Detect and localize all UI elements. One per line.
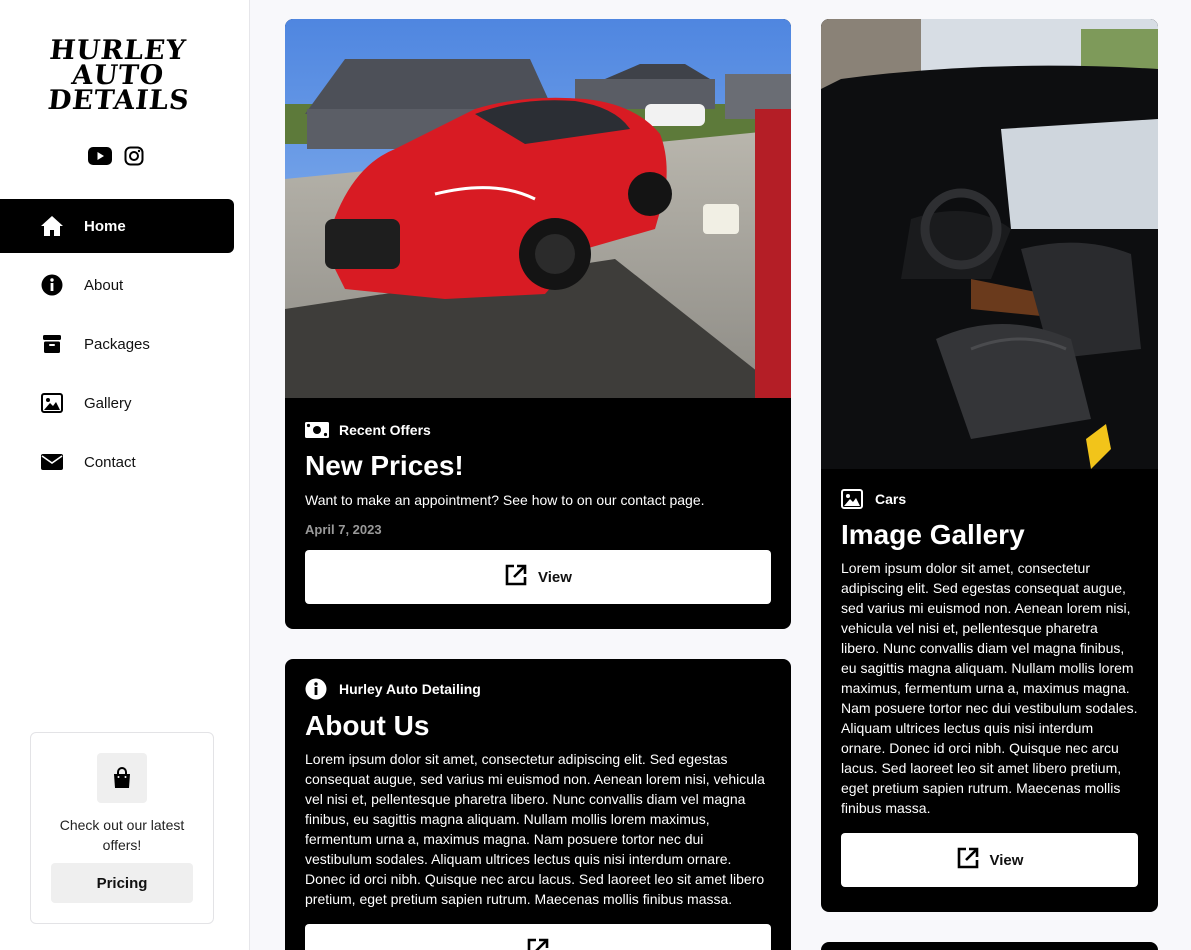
external-link-icon <box>526 937 550 950</box>
nav-item-about[interactable]: About <box>0 258 234 312</box>
nav-item-gallery[interactable]: Gallery <box>0 376 234 430</box>
offers-card-image[interactable] <box>285 19 791 398</box>
image-icon <box>841 489 865 509</box>
nav-label: Contact <box>84 453 136 471</box>
offers-date: April 7, 2023 <box>305 522 382 537</box>
nav-label: Home <box>84 217 126 235</box>
gallery-view-button[interactable]: View <box>841 833 1138 887</box>
nav-item-packages[interactable]: Packages <box>0 317 234 371</box>
view-label: View <box>538 568 572 586</box>
next-card <box>821 942 1158 950</box>
about-title: About Us <box>305 710 430 741</box>
gallery-text: Lorem ipsum dolor sit amet, consectetur … <box>841 560 1138 816</box>
offers-title: New Prices! <box>305 450 464 481</box>
info-icon <box>305 678 329 700</box>
home-icon <box>40 214 64 238</box>
shopping-bag-icon <box>97 753 147 803</box>
offers-tag-label: Recent Offers <box>339 422 431 438</box>
about-card: Hurley Auto Detailing About Us Lorem ips… <box>285 659 791 950</box>
promo-box: Check out our latest offers! Pricing <box>30 732 214 924</box>
about-view-button[interactable] <box>305 924 771 950</box>
instagram-icon[interactable] <box>122 145 146 167</box>
about-tag: Hurley Auto Detailing <box>305 678 771 700</box>
nav-item-home[interactable]: Home <box>0 199 234 253</box>
brand-logo[interactable]: HURLEY AUTO DETAILS <box>46 35 192 116</box>
main-nav: Home About Packages Gallery Contact <box>0 199 234 494</box>
sidebar: HURLEY AUTO DETAILS Home About Packages … <box>0 0 250 950</box>
about-text: Lorem ipsum dolor sit amet, consectetur … <box>305 751 765 907</box>
external-link-icon <box>504 563 528 591</box>
promo-text: Check out our latest offers! <box>59 817 185 853</box>
gallery-tag-label: Cars <box>875 491 907 507</box>
nav-label: Gallery <box>84 394 132 412</box>
box-icon <box>40 332 64 356</box>
gallery-card-image[interactable] <box>821 19 1158 469</box>
gallery-title: Image Gallery <box>841 519 1025 550</box>
youtube-icon[interactable] <box>88 145 112 167</box>
pricing-button[interactable]: Pricing <box>51 863 193 903</box>
external-link-icon <box>956 846 980 874</box>
nav-item-contact[interactable]: Contact <box>0 435 234 489</box>
nav-label: Packages <box>84 335 150 353</box>
view-label: View <box>989 851 1024 869</box>
info-icon <box>40 273 64 297</box>
offers-view-button[interactable]: View <box>305 550 771 604</box>
envelope-icon <box>40 450 64 474</box>
offers-card: Recent Offers New Prices! Want to make a… <box>285 19 791 629</box>
social-links <box>88 145 146 167</box>
gallery-tag: Cars <box>841 489 1138 509</box>
about-tag-label: Hurley Auto Detailing <box>339 681 481 697</box>
offers-text: Want to make an appointment? See how to … <box>305 492 705 508</box>
offers-tag: Recent Offers <box>305 420 771 440</box>
gallery-card: Cars Image Gallery Lorem ipsum dolor sit… <box>821 19 1158 912</box>
money-bill-icon <box>305 420 329 440</box>
logo-line: DETAILS <box>46 85 192 116</box>
nav-label: About <box>84 276 124 294</box>
image-icon <box>40 391 64 415</box>
